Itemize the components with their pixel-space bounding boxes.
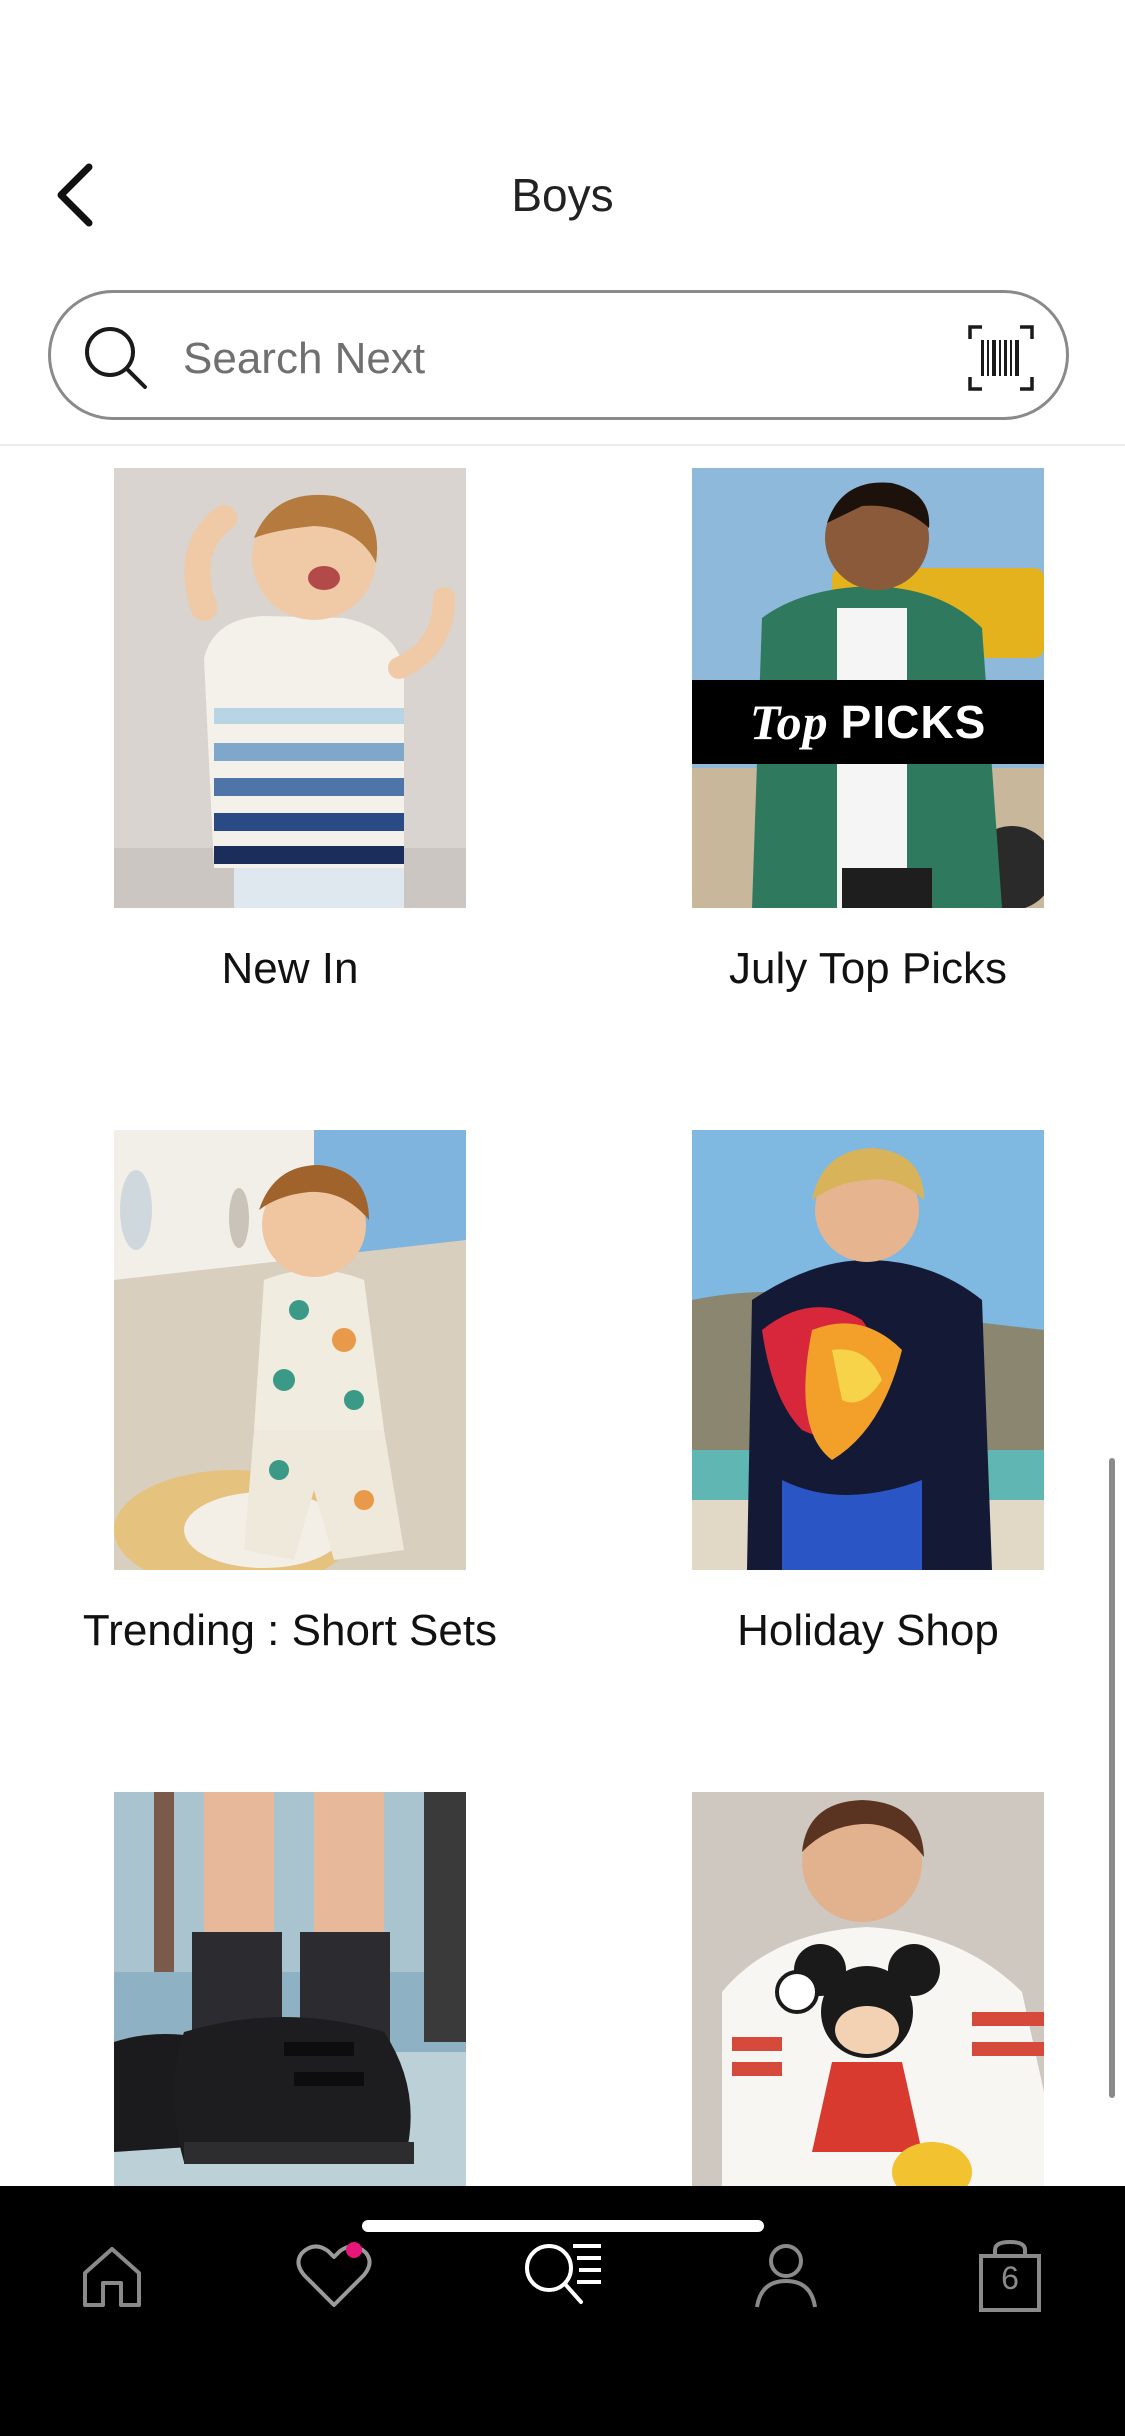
bag-count-badge: 6 — [1001, 2260, 1019, 2296]
tab-browse[interactable] — [512, 2226, 612, 2326]
top-picks-badge: Top PICKS — [692, 680, 1044, 764]
category-label: Holiday Shop — [737, 1606, 999, 1655]
category-label: New In — [221, 944, 359, 993]
tab-account[interactable] — [736, 2226, 836, 2326]
heart-icon — [296, 2244, 372, 2307]
category-label: July Top Picks — [729, 944, 1007, 993]
top-header: Boys — [0, 0, 1125, 446]
tab-home[interactable] — [62, 2226, 162, 2326]
category-label: Trending : Short Sets — [82, 1606, 498, 1655]
category-tile-trending-short-sets[interactable]: Trending : Short Sets — [0, 1130, 580, 1690]
category-tile-new-in[interactable]: New In — [0, 468, 580, 1028]
category-image — [114, 1792, 466, 2186]
home-indicator — [362, 2220, 764, 2232]
bottom-tab-bar: 6 — [0, 2186, 1125, 2436]
category-image — [114, 1130, 466, 1570]
notification-dot — [346, 2242, 362, 2258]
category-image — [114, 468, 466, 908]
category-tile-holiday-shop[interactable]: Holiday Shop — [578, 1130, 1125, 1690]
category-image — [692, 1792, 1044, 2186]
category-tile-character-tee[interactable] — [578, 1792, 1125, 2186]
tab-favourites[interactable] — [284, 2226, 384, 2326]
tab-bag[interactable]: 6 — [960, 2226, 1060, 2326]
person-icon — [755, 2244, 817, 2308]
search-icon — [85, 327, 147, 389]
category-tile-july-top-picks[interactable]: Top PICKS July Top Picks — [578, 468, 1125, 1028]
barcode-scanner-icon[interactable] — [966, 323, 1036, 393]
search-input[interactable] — [181, 323, 965, 395]
page-title: Boys — [511, 169, 614, 221]
category-tile-shoes[interactable] — [0, 1792, 580, 2186]
category-image: Top PICKS — [692, 468, 1044, 908]
scrollbar[interactable] — [1109, 1458, 1115, 2098]
search-bar[interactable] — [48, 290, 1069, 420]
category-image — [692, 1130, 1044, 1570]
home-icon — [83, 2247, 141, 2307]
search-menu-icon — [525, 2244, 601, 2304]
category-grid: New In Top PICKS July Top Picks Trending… — [0, 446, 1125, 2186]
